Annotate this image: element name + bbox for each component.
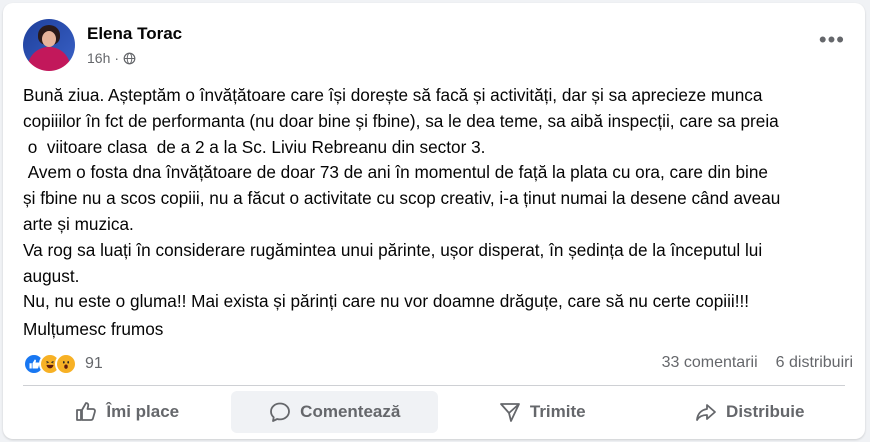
post-time[interactable]: 16h [87,50,110,66]
like-label: Îmi place [106,402,180,421]
engagement-counts: 33 comentarii 6 distribuiri [662,354,853,372]
send-icon [499,403,520,422]
post-stats: 91 33 comentarii 6 distribuiri [23,351,853,377]
comment-button[interactable]: Comentează [230,391,438,433]
comment-icon [270,402,291,422]
reaction-count: 91 [85,355,103,372]
globe-icon [123,52,136,64]
post-header: Elena Torac 16h · ••• [23,17,853,73]
shares-count[interactable]: 6 distribuiri [776,354,853,372]
divider [23,385,845,386]
share-icon [696,404,716,421]
post-card: Elena Torac 16h · ••• Bună ziua. Așteptă… [3,3,865,439]
avatar[interactable] [23,19,75,71]
post-meta: 16h · [87,50,136,66]
reactions-summary[interactable]: 91 [23,353,103,375]
like-button[interactable]: Îmi place [23,391,231,433]
share-label: Distribuie [726,402,805,421]
send-label: Trimite [529,402,586,421]
post-body: Bună ziua. Așteptăm o învățătoare care î… [23,85,781,312]
comments-count[interactable]: 33 comentarii [662,354,758,372]
action-bar: Îmi place Comentează Trimite Distribuie [23,391,853,433]
post-closing: Mulțumesc frumos [23,319,164,339]
author-name[interactable]: Elena Torac [87,24,182,44]
meta-separator: · [114,50,120,66]
send-button[interactable]: Trimite [438,391,646,433]
avatar-face [42,31,56,47]
thumbs-up-icon [76,402,97,421]
wow-icon [55,353,77,375]
comment-label: Comentează [300,402,401,421]
share-button[interactable]: Distribuie [646,391,854,433]
more-options-icon[interactable]: ••• [819,29,845,51]
